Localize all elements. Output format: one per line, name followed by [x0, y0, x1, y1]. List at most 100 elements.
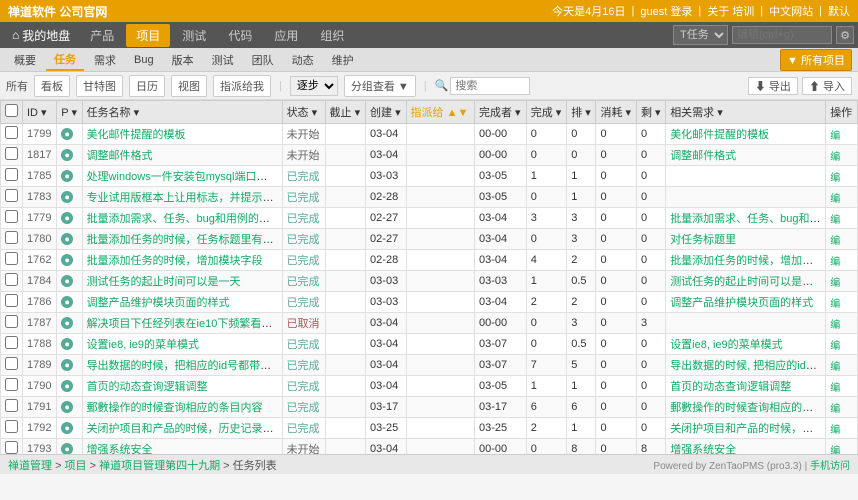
edit-action-1762[interactable]: 编	[830, 257, 840, 268]
nav-item-org[interactable]: 组织	[310, 24, 354, 47]
edit-action-1817[interactable]: 编	[830, 152, 840, 163]
theme-link[interactable]: 默认	[828, 3, 850, 19]
subnav-bug[interactable]: Bug	[126, 52, 162, 68]
mobile-link[interactable]: 手机访问	[810, 461, 850, 472]
export-btn[interactable]: ⬇ 导出	[748, 77, 798, 95]
edit-action-1793[interactable]: 编	[830, 446, 840, 455]
subnav-team[interactable]: 团队	[244, 50, 282, 70]
task-name-link-1783[interactable]: 专业试用版框本上让用标志，并提示过期时候	[87, 192, 283, 204]
task-name-link-1788[interactable]: 设置ie8, ie9的菜单模式	[87, 339, 199, 351]
task-name-link-1799[interactable]: 美化邮件提醒的模板	[87, 129, 186, 141]
col-related[interactable]: 相关需求 ▾	[666, 101, 826, 124]
row-checkbox-1779[interactable]	[1, 208, 23, 229]
global-search-input[interactable]	[732, 26, 832, 44]
row-checkbox-1792[interactable]	[1, 418, 23, 439]
subnav-task[interactable]: 任务	[46, 49, 84, 71]
edit-action-1786[interactable]: 编	[830, 299, 840, 310]
row-checkbox-1786[interactable]	[1, 292, 23, 313]
row-checkbox-1788[interactable]	[1, 334, 23, 355]
subnav-overview[interactable]: 概要	[6, 50, 44, 70]
task-name-link-1790[interactable]: 首页的动态查询逻辑调整	[87, 381, 208, 393]
nav-item-product[interactable]: 产品	[80, 24, 124, 47]
task-name-link-1762[interactable]: 批量添加任务的时候，增加模块字段	[87, 255, 263, 267]
subnav-build[interactable]: 版本	[164, 50, 202, 70]
col-status[interactable]: 状态 ▾	[282, 101, 325, 124]
row-checkbox-1762[interactable]	[1, 250, 23, 271]
task-name-link-1786[interactable]: 调整产品维护模块页面的样式	[87, 297, 230, 309]
edit-action-1799[interactable]: 编	[830, 131, 840, 142]
view-calendar-btn[interactable]: 日历	[129, 75, 165, 97]
settings-icon[interactable]: ⚙	[836, 26, 854, 44]
breadcrumb-admin[interactable]: 禅道管理	[8, 460, 52, 472]
view-kanban-btn[interactable]: 看板	[34, 75, 70, 97]
task-name-link-1785[interactable]: 处理windows一件安装包mysql端口检验及进度留问题	[87, 171, 283, 183]
import-btn[interactable]: ⬆ 导入	[802, 77, 852, 95]
breadcrumb-project[interactable]: 项目	[65, 460, 87, 472]
edit-action-1783[interactable]: 编	[830, 194, 840, 205]
related-link-1792[interactable]: 关闭护项目和产品的时候，历史记	[670, 423, 826, 435]
col-left[interactable]: 剩 ▾	[636, 101, 665, 124]
task-name-link-1787[interactable]: 解决项目下任经列表在ie10下频繁看不见无法输入数据	[87, 318, 283, 330]
row-checkbox-1780[interactable]	[1, 229, 23, 250]
col-name[interactable]: 任务名称 ▾	[82, 101, 282, 124]
select-all-checkbox[interactable]	[5, 104, 18, 117]
col-deadline[interactable]: 截止 ▾	[325, 101, 366, 124]
related-link-1788[interactable]: 设置ie8, ie9的菜单模式	[670, 339, 782, 351]
subnav-testcase[interactable]: 测试	[204, 50, 242, 70]
task-name-link-1791[interactable]: 郵數操作的时候查询相应的条目内容	[87, 402, 263, 414]
row-checkbox-1787[interactable]	[1, 313, 23, 334]
row-checkbox-1817[interactable]	[1, 145, 23, 166]
related-link-1762[interactable]: 批量添加任务的时候，增加模块5	[670, 255, 826, 267]
nav-item-code[interactable]: 代码	[218, 24, 262, 47]
col-created[interactable]: 创建 ▾	[366, 101, 407, 124]
col-finishedat[interactable]: 完成 ▾	[526, 101, 567, 124]
task-name-link-1817[interactable]: 调整邮件格式	[87, 150, 153, 162]
col-checkbox[interactable]	[1, 101, 23, 124]
related-link-1780[interactable]: 对任务标题里	[670, 234, 736, 246]
edit-action-1789[interactable]: 编	[830, 362, 840, 373]
step-select[interactable]: 逐步	[290, 76, 338, 96]
view-assigned-btn[interactable]: 指派给我	[213, 75, 271, 97]
row-checkbox-1799[interactable]	[1, 124, 23, 145]
related-link-1799[interactable]: 美化邮件提醒的模板	[670, 129, 769, 141]
task-name-link-1793[interactable]: 增强系统安全	[87, 444, 153, 454]
related-link-1786[interactable]: 调整产品维护模块页面的样式	[670, 297, 813, 309]
task-name-link-1784[interactable]: 测试任务的起止时间可以是一天	[87, 276, 241, 288]
col-assignedto[interactable]: 指派给 ▲▼	[406, 101, 474, 124]
user-info[interactable]: guest 登录	[640, 3, 692, 19]
edit-action-1791[interactable]: 编	[830, 404, 840, 415]
row-checkbox-1790[interactable]	[1, 376, 23, 397]
related-link-1817[interactable]: 调整邮件格式	[670, 150, 736, 162]
col-consumed[interactable]: 消耗 ▾	[596, 101, 637, 124]
edit-action-1780[interactable]: 编	[830, 236, 840, 247]
subnav-maintain[interactable]: 维护	[324, 50, 362, 70]
row-checkbox-1783[interactable]	[1, 187, 23, 208]
related-link-1784[interactable]: 测试任务的起止时间可以是一天	[670, 276, 824, 288]
view-mindmap-btn[interactable]: 视图	[171, 75, 207, 97]
related-link-1789[interactable]: 导出数据的时候, 把相应的id号都带	[670, 360, 826, 372]
edit-action-1788[interactable]: 编	[830, 341, 840, 352]
col-finishedby[interactable]: 完成者 ▾	[474, 101, 526, 124]
task-name-link-1779[interactable]: 批量添加需求、任务、bug和用例的时候，将操行符处理为	[87, 213, 283, 225]
lang-link[interactable]: 中文网站	[769, 3, 813, 19]
search-input[interactable]	[450, 77, 530, 95]
edit-action-1790[interactable]: 编	[830, 383, 840, 394]
edit-action-1785[interactable]: 编	[830, 173, 840, 184]
task-name-link-1792[interactable]: 关闭护项目和产品的时候，历史记录还是英文的用户名，应该用中文显	[87, 423, 283, 435]
task-name-link-1780[interactable]: 批量添加任务的时候，任务标题里有需求需求求功能	[87, 234, 283, 246]
related-link-1791[interactable]: 郵數操作的时候查询相应的条目内容	[670, 402, 826, 414]
related-link-1790[interactable]: 首页的动态查询逻辑调整	[670, 381, 791, 393]
subnav-dynamic[interactable]: 动态	[284, 50, 322, 70]
task-name-link-1789[interactable]: 导出数据的时候，把相应的id号都带上。	[87, 360, 283, 372]
col-id[interactable]: ID ▾	[23, 101, 57, 124]
row-checkbox-1789[interactable]	[1, 355, 23, 376]
all-projects-btn[interactable]: ▼ 所有项目	[780, 49, 852, 71]
nav-item-project[interactable]: 项目	[126, 24, 170, 47]
related-link-1793[interactable]: 增强系统安全	[670, 444, 736, 454]
edit-action-1787[interactable]: 编	[830, 320, 840, 331]
edit-action-1792[interactable]: 编	[830, 425, 840, 436]
nav-item-home[interactable]: ⌂ 我的地盘	[4, 24, 78, 47]
col-p[interactable]: P ▾	[57, 101, 82, 124]
row-checkbox-1791[interactable]	[1, 397, 23, 418]
groupby-btn[interactable]: 分组查看 ▼	[344, 75, 416, 97]
